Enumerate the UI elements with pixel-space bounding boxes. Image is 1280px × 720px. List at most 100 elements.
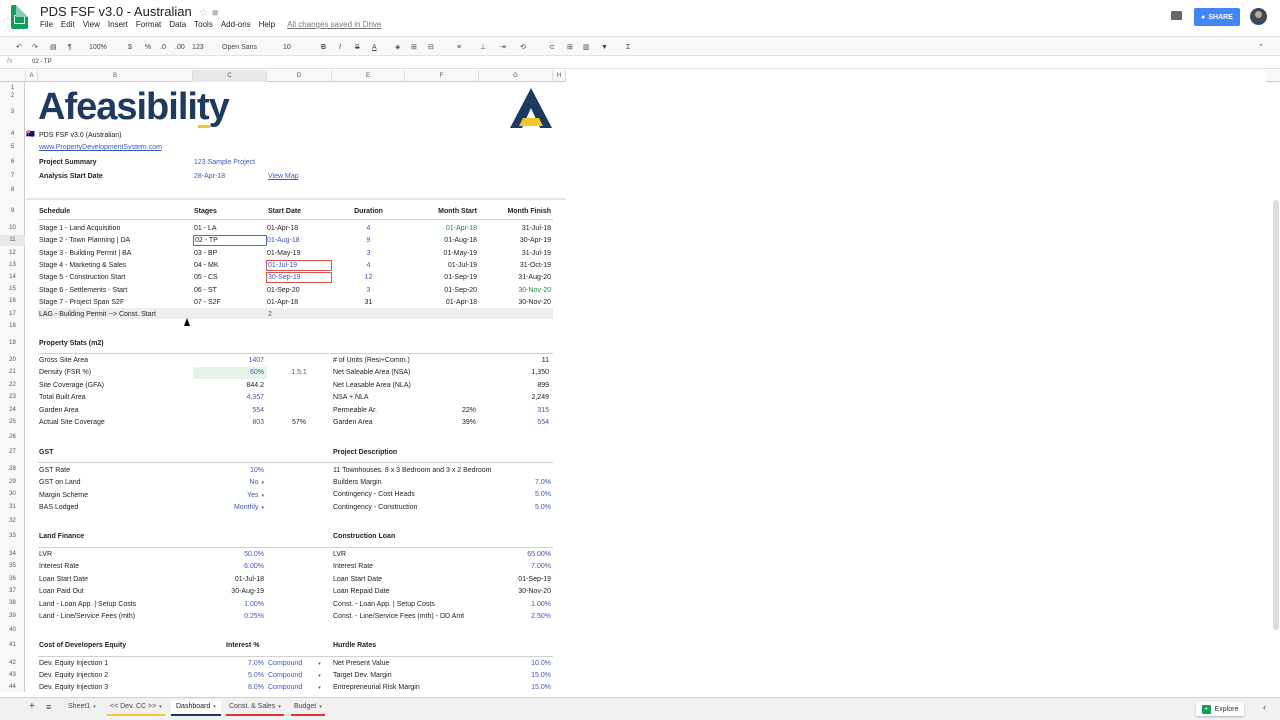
gst-value[interactable]: Yes ▾ (194, 491, 264, 501)
row-header-6[interactable]: 6 (0, 157, 25, 168)
comments-icon[interactable] (1171, 11, 1182, 20)
equity-method[interactable]: Compound ▾ (268, 659, 330, 669)
insert-chart-icon[interactable]: ▥ (583, 41, 590, 53)
borders-icon[interactable]: ⊞ (411, 41, 417, 53)
text-color-icon[interactable]: A (372, 41, 377, 53)
redo-icon[interactable]: ↷ (32, 41, 38, 53)
schedule-start-date[interactable]: 01-Jul-19 (266, 259, 332, 271)
menu-file[interactable]: File (40, 20, 53, 29)
menu-help[interactable]: Help (259, 20, 275, 29)
more-formats-button[interactable]: 123 (192, 41, 204, 53)
row-header-12[interactable]: 12 (0, 248, 25, 259)
row-header-3[interactable]: 3 (0, 107, 25, 118)
land-finance-value[interactable]: 50.0% (194, 550, 264, 559)
land-finance-value[interactable]: 6.00% (194, 562, 264, 571)
menu-addons[interactable]: Add-ons (221, 20, 251, 29)
formula-input[interactable]: 02 - TP (32, 59, 52, 65)
land-finance-value[interactable]: 1.00% (194, 600, 264, 609)
row-header-27[interactable]: 27 (0, 447, 25, 458)
tab-dashboard[interactable]: Dashboard ▾ (171, 700, 221, 716)
schedule-start-date[interactable]: 01-May-19 (267, 249, 300, 258)
schedule-stage-code[interactable]: 02 - TP (193, 235, 267, 247)
empty-sheet-area[interactable] (566, 70, 1266, 692)
stat-value[interactable]: 2,249 (479, 393, 549, 402)
dropdown-caret-icon[interactable]: ▾ (318, 685, 321, 691)
schedule-start-date[interactable]: 01-Aug-18 (267, 236, 300, 245)
font-select[interactable]: Open Sans (222, 41, 257, 53)
vertical-scrollbar[interactable] (1273, 200, 1279, 630)
row-header-29[interactable]: 29 (0, 477, 25, 488)
schedule-start-date[interactable]: 30-Sep-19 (266, 272, 332, 284)
schedule-duration[interactable]: 3 (332, 249, 405, 258)
functions-icon[interactable]: Σ (626, 41, 630, 53)
dropdown-caret-icon[interactable]: ▾ (261, 480, 264, 486)
strikethrough-icon[interactable]: S (355, 41, 360, 53)
stat-value[interactable]: 899 (479, 381, 549, 390)
row-header-16[interactable]: 16 (0, 296, 25, 307)
avatar[interactable] (1250, 8, 1267, 25)
paint-format-icon[interactable]: ¶ (68, 41, 72, 53)
stat-value[interactable]: 554 (194, 406, 264, 415)
schedule-duration[interactable]: 4 (332, 261, 405, 270)
menu-tools[interactable]: Tools (194, 20, 213, 29)
row-header-9[interactable]: 9 (0, 206, 25, 217)
menu-data[interactable]: Data (169, 20, 186, 29)
column-header-h[interactable]: H (553, 70, 566, 82)
row-header-11[interactable]: 11 (0, 235, 25, 246)
side-panel-toggle-icon[interactable]: ‹ (1258, 700, 1271, 716)
stat-value[interactable]: 1,350 (479, 368, 549, 377)
row-header-24[interactable]: 24 (0, 405, 25, 416)
gst-value[interactable]: No ▾ (194, 478, 264, 488)
row-header-13[interactable]: 13 (0, 260, 25, 271)
menu-edit[interactable]: Edit (61, 20, 75, 29)
row-header-21[interactable]: 21 (0, 367, 25, 378)
lag-value[interactable]: 2 (268, 310, 272, 319)
row-header-26[interactable]: 26 (0, 432, 25, 443)
row-header-37[interactable]: 37 (0, 586, 25, 597)
row-header-32[interactable]: 32 (0, 516, 25, 527)
column-header-g[interactable]: G (479, 70, 553, 82)
row-header-36[interactable]: 36 (0, 574, 25, 585)
save-status[interactable]: All changes saved in Drive (287, 20, 381, 29)
vertical-align-icon[interactable]: ⊥ (480, 41, 486, 53)
hurdle-value[interactable]: 15.0% (479, 683, 551, 692)
text-rotate-icon[interactable]: ⟲ (520, 41, 526, 53)
row-header-41[interactable]: 41 (0, 640, 25, 651)
row-header-34[interactable]: 34 (0, 549, 25, 560)
description-value[interactable]: 5.0% (479, 490, 551, 499)
equity-rate[interactable]: 8.0% (194, 683, 264, 692)
hurdle-value[interactable]: 10.0% (479, 659, 551, 668)
tab-budget[interactable]: Budget ▾ (289, 700, 327, 716)
document-title[interactable]: PDS FSF v3.0 - Australian (40, 4, 192, 19)
website-link[interactable]: www.PropertyDevelopmentSystem.com (39, 143, 162, 152)
decrease-decimal-button[interactable]: .0 (160, 41, 166, 53)
undo-icon[interactable]: ↶ (16, 41, 22, 53)
schedule-start-date[interactable]: 01-Apr-18 (267, 298, 298, 307)
stat-value[interactable]: 1407 (194, 356, 264, 365)
construction-loan-value[interactable]: 2.50% (479, 612, 551, 621)
stat-value[interactable]: 60% (194, 368, 264, 377)
land-finance-value[interactable]: 0.25% (194, 612, 264, 621)
construction-loan-value[interactable]: 1.00% (479, 600, 551, 609)
italic-icon[interactable]: I (339, 41, 341, 53)
dropdown-caret-icon[interactable]: ▾ (261, 493, 264, 499)
gst-value[interactable]: Monthly ▾ (194, 503, 264, 513)
row-header-31[interactable]: 31 (0, 502, 25, 513)
hurdle-value[interactable]: 15.0% (479, 671, 551, 680)
column-header-d[interactable]: D (267, 70, 332, 82)
schedule-stage-code[interactable]: 01 - LA (194, 224, 217, 233)
percent-format-button[interactable]: % (145, 41, 151, 53)
row-header-10[interactable]: 10 (0, 223, 25, 234)
star-icon[interactable]: ☆ (195, 7, 208, 19)
schedule-stage-code[interactable]: 07 - S2F (194, 298, 221, 307)
schedule-duration[interactable]: 31 (332, 298, 405, 307)
row-header-44[interactable]: 44 (0, 682, 25, 693)
menu-view[interactable]: View (83, 20, 100, 29)
row-header-20[interactable]: 20 (0, 355, 25, 366)
filter-icon[interactable]: ▼ (601, 41, 608, 53)
tab-menu-icon[interactable]: ▾ (213, 704, 216, 710)
row-header-14[interactable]: 14 (0, 272, 25, 283)
text-wrap-icon[interactable]: ⇥ (500, 41, 506, 53)
currency-format-button[interactable]: $ (128, 41, 132, 53)
all-sheets-icon[interactable]: ≡ (41, 700, 56, 716)
